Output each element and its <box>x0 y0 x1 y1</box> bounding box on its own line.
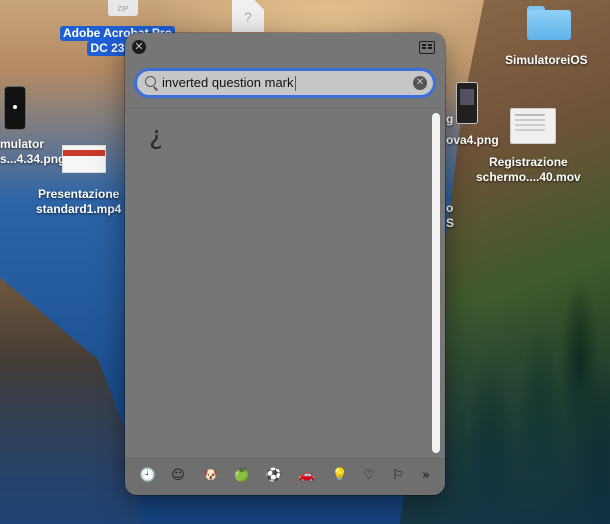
character-viewer-panel: ✕ inverted question mark ✕ ¿ 🕘 ☺ 🐶 🍏 ⚽ 🚗… <box>125 33 445 495</box>
desktop-icon-ova4-label[interactable]: ova4.png <box>446 133 499 148</box>
folder-icon[interactable] <box>527 6 571 40</box>
ball-icon[interactable]: ⚽ <box>265 467 283 485</box>
search-field-inner: inverted question mark ✕ <box>137 71 433 95</box>
search-field[interactable]: inverted question mark ✕ <box>134 68 436 98</box>
clear-search-icon[interactable]: ✕ <box>413 76 427 90</box>
expand-panel-icon[interactable] <box>419 41 435 54</box>
desktop-icon-simulatoreios-label[interactable]: SimulatoreiOS <box>505 53 588 68</box>
presentation-thumbnail[interactable] <box>62 145 106 173</box>
search-icon <box>145 76 156 87</box>
desktop-icon-partial-g-label[interactable]: g <box>446 112 453 127</box>
clock-icon[interactable]: 🕘 <box>139 467 157 485</box>
apple-icon[interactable]: 🍏 <box>233 467 251 485</box>
text-caret <box>294 76 296 92</box>
smiley-icon[interactable]: ☺ <box>169 467 187 485</box>
more-icon[interactable]: » <box>417 467 435 485</box>
png-thumbnail-icon[interactable] <box>456 82 478 124</box>
desktop-icon-simulator-label[interactable]: mulator s...4.34.png <box>0 137 65 167</box>
lightbulb-icon[interactable]: 💡 <box>331 467 349 485</box>
category-bar: 🕘 ☺ 🐶 🍏 ⚽ 🚗 💡 ♡ ⚐ » <box>125 458 445 495</box>
results-scrollbar[interactable] <box>432 113 440 453</box>
desktop-icon-presentazione-label[interactable]: Presentazione standard1.mp4 <box>36 187 121 217</box>
movie-thumbnail[interactable] <box>510 108 556 144</box>
close-icon[interactable]: ✕ <box>132 40 146 54</box>
car-icon[interactable]: 🚗 <box>298 467 316 485</box>
heart-icon[interactable]: ♡ <box>360 467 378 485</box>
animal-icon[interactable]: 🐶 <box>202 467 220 485</box>
desktop-icon-registrazione-label[interactable]: Registrazione schermo....40.mov <box>476 155 581 185</box>
flag-icon[interactable]: ⚐ <box>389 467 407 485</box>
search-input-text: inverted question mark <box>162 75 294 90</box>
zip-file-thumbnail[interactable]: ZIP <box>108 0 138 16</box>
result-character[interactable]: ¿ <box>149 121 163 151</box>
search-input[interactable]: inverted question mark <box>162 71 412 95</box>
desktop-icon-partial-label[interactable]: o S <box>446 201 454 231</box>
results-grid: ¿ <box>125 109 445 454</box>
phone-screenshot-thumbnail[interactable] <box>4 86 26 130</box>
